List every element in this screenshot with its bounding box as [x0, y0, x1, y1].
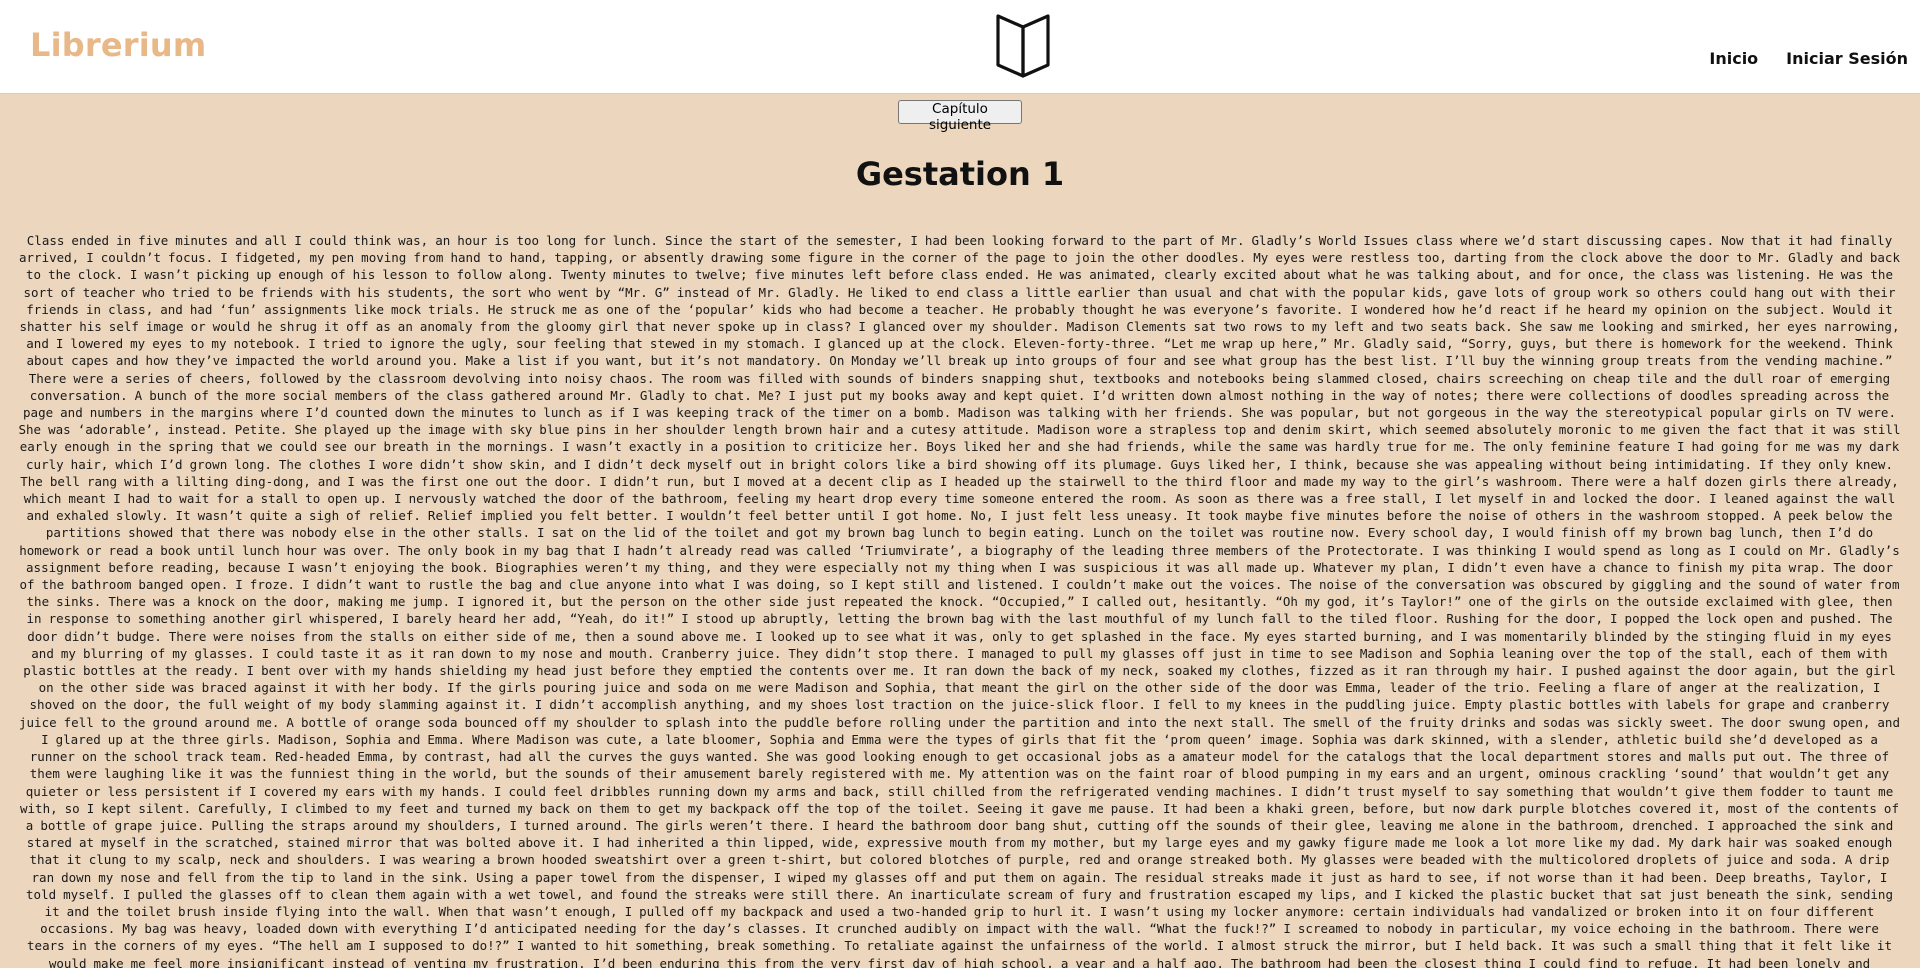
- brand-logo-text[interactable]: Librerium: [30, 26, 206, 64]
- reader-page: Librerium Inicio Iniciar Sesión Capítulo…: [0, 0, 1920, 968]
- open-book-icon: [996, 14, 1050, 78]
- nav-home-link[interactable]: Inicio: [1709, 49, 1758, 68]
- top-navbar: Librerium Inicio Iniciar Sesión: [0, 0, 1920, 94]
- next-chapter-button[interactable]: Capítulo siguiente: [898, 100, 1022, 133]
- nav-login-link[interactable]: Iniciar Sesión: [1786, 49, 1908, 68]
- chapter-body-text: Class ended in five minutes and all I co…: [18, 233, 1901, 968]
- chapter-title: Gestation 1: [855, 155, 1065, 193]
- main-nav: Inicio Iniciar Sesión: [1709, 49, 1908, 68]
